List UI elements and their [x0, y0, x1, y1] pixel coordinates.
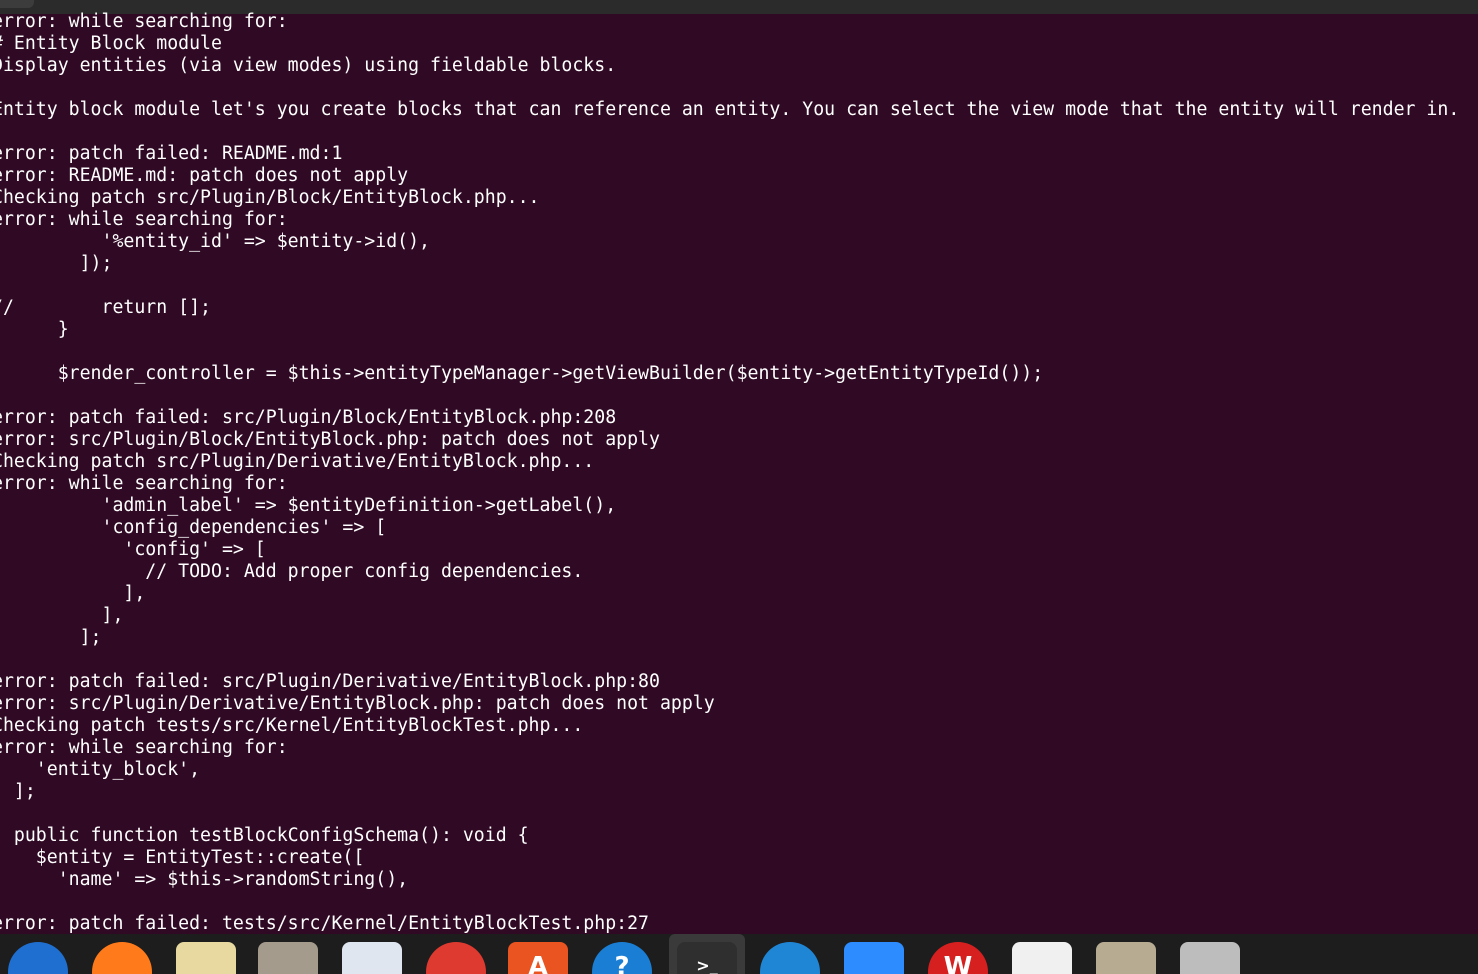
dock-icon-glyph: >_ — [696, 956, 718, 974]
text-editor-icon — [1012, 942, 1072, 974]
terminal-icon: >_ — [677, 942, 737, 974]
terminal-line: ], — [0, 583, 146, 604]
vscode-icon — [760, 942, 820, 974]
dock-item[interactable] — [752, 934, 828, 974]
terminal-line: '%entity_id' => $entity->id(), — [0, 231, 430, 252]
dock-item[interactable] — [168, 934, 244, 974]
terminal-line: error: while searching for: — [0, 209, 288, 230]
dock-icon-glyph: ? — [614, 952, 630, 974]
terminal-line: ]; — [13, 781, 36, 802]
dock-item[interactable]: W — [920, 934, 996, 974]
dock-item[interactable] — [84, 934, 160, 974]
dock-item[interactable] — [418, 934, 494, 974]
dock-item[interactable] — [334, 934, 410, 974]
terminal-line: Checking patch src/Plugin/Derivative/Ent… — [0, 451, 595, 472]
dock-item[interactable]: ? — [584, 934, 660, 974]
terminal-line: error: while searching for: — [0, 11, 288, 32]
terminal-line: 'config_dependencies' => [ — [0, 517, 387, 538]
terminal-line: error: while searching for: — [0, 473, 288, 494]
terminal-line: error: patch failed: src/Plugin/Derivati… — [0, 671, 660, 692]
dock-item[interactable] — [0, 934, 76, 974]
firefox-icon — [92, 942, 152, 974]
archive-manager-icon — [1096, 942, 1156, 974]
chrome-icon — [426, 942, 486, 974]
software-center-icon: A — [508, 942, 568, 974]
terminal-line: 'entity_block', — [0, 759, 201, 780]
dock-icon-glyph: W — [943, 952, 973, 974]
terminal-line: 'admin_label' => $entityDefinition->getL… — [0, 495, 617, 516]
terminal-line: error: patch failed: tests/src/Kernel/En… — [0, 913, 649, 934]
terminal-line: $render_controller = $this->entityTypeMa… — [0, 363, 1044, 384]
terminal-line: ], — [0, 605, 124, 626]
terminal-line: } — [57, 319, 69, 340]
terminal-line: ]; — [0, 627, 102, 648]
dock-item[interactable]: >_ — [669, 934, 745, 974]
files-icon — [258, 942, 318, 974]
terminal-line: Checking patch src/Plugin/Block/EntityBl… — [0, 187, 540, 208]
terminal-line: 'config' => [ — [0, 539, 266, 560]
terminal-line: // return []; — [0, 297, 211, 318]
thunderbird-icon — [8, 942, 68, 974]
terminal-line: error: README.md: patch does not apply — [0, 165, 409, 186]
terminal-line: error: patch failed: README.md:1 — [0, 143, 343, 164]
dock: A? >_ W — [0, 934, 1478, 974]
dock-item[interactable] — [1088, 934, 1164, 974]
terminal-line: // TODO: Add proper config dependencies. — [0, 561, 584, 582]
terminal-line: # Entity Block module — [0, 33, 222, 54]
terminal-line: error: patch failed: src/Plugin/Block/En… — [0, 407, 617, 428]
app-icon — [1180, 942, 1240, 974]
terminal-line: $entity = EntityTest::create([ — [0, 847, 365, 868]
zoom-icon — [844, 942, 904, 974]
terminal-line: public function testBlockConfigSchema():… — [0, 825, 529, 846]
dock-item[interactable]: A — [500, 934, 576, 974]
dock-item[interactable] — [1004, 934, 1080, 974]
rhythmbox-icon — [176, 942, 236, 974]
terminal-line: ]); — [0, 253, 113, 274]
terminal-line: Display entities (via view modes) using … — [0, 55, 617, 76]
terminal-tab[interactable] — [0, 0, 34, 8]
wps-office-icon: W — [928, 942, 988, 974]
terminal-output[interactable]: error: while searching for: # Entity Bloc… — [0, 11, 1478, 935]
terminal-line: error: src/Plugin/Derivative/EntityBlock… — [0, 693, 715, 714]
terminal-line: 'name' => $this->randomString(), — [0, 869, 409, 890]
terminal-line: Checking patch tests/src/Kernel/EntityBl… — [0, 715, 584, 736]
terminal-line: error: while searching for: — [0, 737, 288, 758]
terminal-line: Entity block module let's you create blo… — [0, 99, 1460, 120]
help-icon: ? — [592, 942, 652, 974]
dock-icon-glyph: A — [527, 952, 549, 974]
document-viewer-icon — [342, 942, 402, 974]
terminal-line: error: src/Plugin/Block/EntityBlock.php:… — [0, 429, 660, 450]
dock-item[interactable] — [836, 934, 912, 974]
dock-item[interactable] — [250, 934, 326, 974]
dock-item[interactable] — [1172, 934, 1248, 974]
